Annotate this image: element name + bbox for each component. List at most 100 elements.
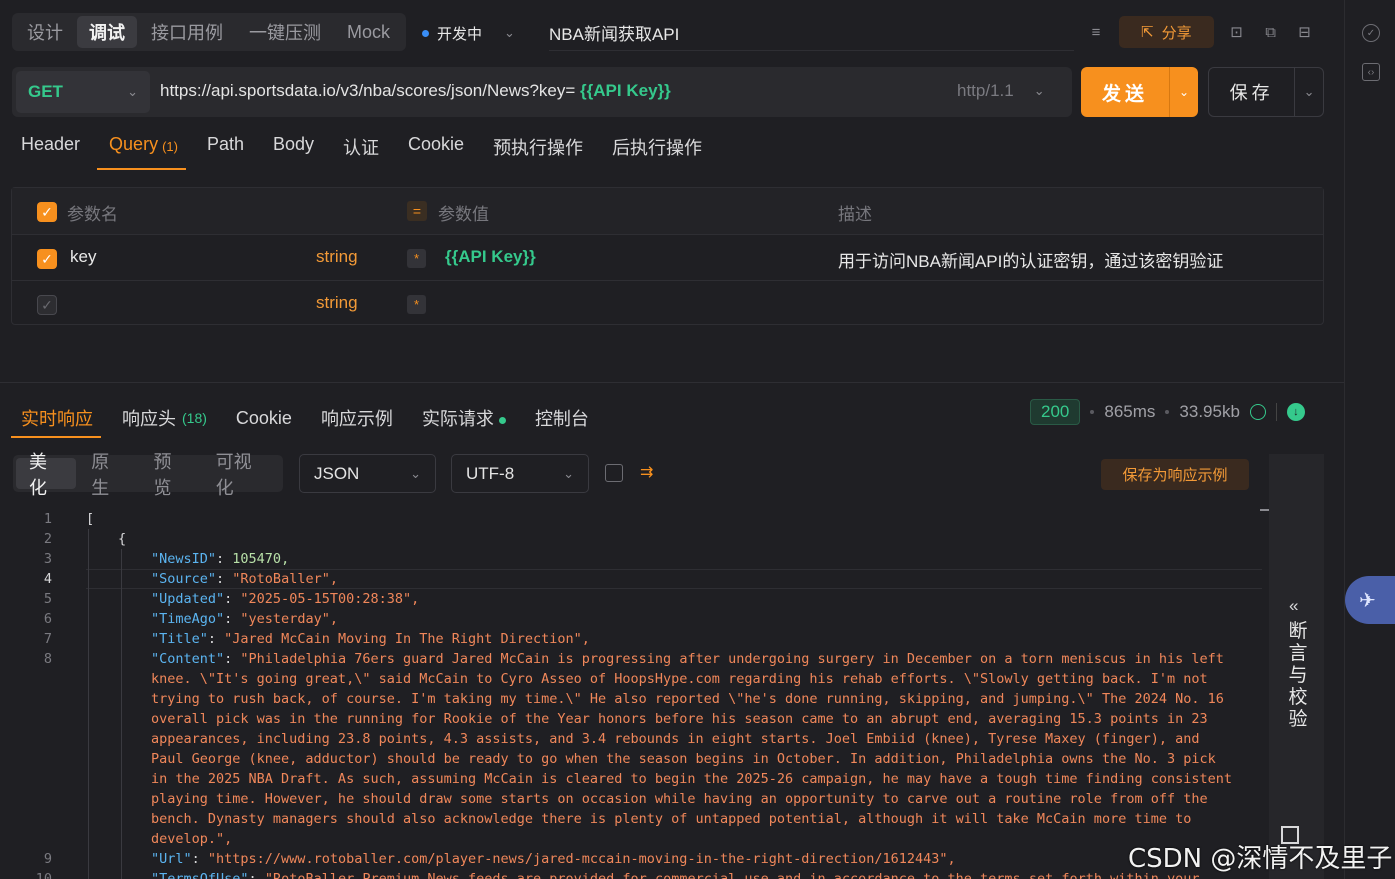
save-button[interactable]: 保存 ⌄ [1208, 67, 1324, 117]
tab-pretty[interactable]: 美化 [16, 452, 77, 498]
tab-cookie[interactable]: Cookie [408, 130, 464, 170]
code-text: "NewsID": 105470, [151, 551, 290, 567]
tab-debug[interactable]: 调试 [77, 16, 137, 48]
save-options-chevron-icon[interactable]: ⌄ [1295, 84, 1323, 100]
json-string: "2025-05-15T00:28:38", [240, 591, 420, 607]
format-select[interactable]: JSON ⌄ [299, 454, 436, 493]
wrap-lines-icon[interactable]: ⇉ [640, 462, 653, 482]
method-select[interactable]: GET ⌄ [16, 71, 150, 113]
code-text: "Source": "RotoBaller", [151, 571, 338, 587]
code-icon[interactable]: ‹› [1362, 63, 1380, 81]
code-line: 6 "TimeAgo": "yesterday", [0, 609, 1262, 629]
mode-tabs: 设计 调试 接口用例 一键压测 Mock [12, 13, 406, 51]
send-button[interactable]: 发送 ⌄ [1081, 67, 1198, 117]
json-string: "RotoBaller", [232, 571, 338, 587]
code-text: { [118, 529, 126, 549]
json-key: "NewsID" [151, 551, 217, 567]
json-string: develop.", [151, 831, 233, 847]
save-as-example-button[interactable]: 保存为响应示例 [1101, 459, 1249, 490]
encoding-select[interactable]: UTF-8 ⌄ [451, 454, 589, 493]
tab-response-examples[interactable]: 响应示例 [321, 404, 393, 432]
json-number: 105470, [232, 551, 290, 567]
tab-actual-request[interactable]: 实际请求 [422, 404, 506, 432]
watermark: CSDN @深情不及里子 [1128, 844, 1393, 874]
required-toggle[interactable]: * [407, 295, 426, 314]
duplicate-icon[interactable]: ⧉ [1260, 21, 1282, 43]
url-prefix: https://api.sportsdata.io/v3/nba/scores/… [160, 81, 576, 100]
table-header: ✓ 参数名 = 参数值 描述 [12, 188, 1323, 234]
panel-divider[interactable] [0, 382, 1344, 383]
line-number: 4 [43, 571, 52, 587]
code-line: playing time. However, he should draw so… [0, 789, 1262, 809]
status-select[interactable]: 开发中 ⌄ [422, 20, 515, 46]
tab-test-cases[interactable]: 接口用例 [139, 16, 235, 48]
response-body-editor[interactable]: 1[2{3 "NewsID": 105470, 4 "Source": "RotoBa… [0, 509, 1262, 879]
active-tab-indicator [11, 436, 101, 438]
code-text: [ [86, 509, 94, 529]
param-name-input[interactable]: key [70, 247, 96, 267]
url-input[interactable]: https://api.sportsdata.io/v3/nba/scores/… [160, 81, 671, 101]
line-number: 7 [43, 631, 52, 647]
column-value: 参数值 [438, 205, 489, 224]
tab-console[interactable]: 控制台 [535, 404, 589, 432]
globe-icon[interactable] [1249, 404, 1266, 420]
separator-dot [1090, 410, 1095, 414]
archive-icon[interactable]: ⊟ [1294, 21, 1316, 43]
protocol-select[interactable]: http/1.1 ⌄ [957, 81, 1045, 101]
param-type-select[interactable]: string [316, 247, 358, 267]
json-string: "Philadelphia 76ers guard Jared McCain i… [240, 651, 1224, 667]
required-toggle[interactable]: * [407, 249, 426, 268]
tab-visualize[interactable]: 可视化 [203, 452, 280, 498]
share-label: 分享 [1161, 24, 1192, 42]
share-button[interactable]: ⇱ 分享 [1119, 16, 1214, 48]
tab-response-cookie[interactable]: Cookie [236, 404, 292, 432]
expand-chevron-icon[interactable]: « [1289, 596, 1298, 616]
tab-pre-script[interactable]: 预执行操作 [493, 130, 583, 170]
response-tabs: 实时响应 响应头 (18) Cookie 响应示例 实际请求 控制台 [21, 398, 589, 438]
select-all-checkbox[interactable]: ✓ [37, 202, 57, 222]
code-text: knee. \"It's going great,\" said McCain … [151, 669, 1208, 689]
code-line: 8 "Content": "Philadelphia 76ers guard Ja… [0, 649, 1262, 669]
url-bar: GET ⌄ https://api.sportsdata.io/v3/nba/s… [12, 67, 1072, 117]
chevron-down-icon: ⌄ [563, 465, 574, 481]
tab-auth[interactable]: 认证 [343, 130, 379, 170]
json-string: Paul George (knee, adductor) should be r… [151, 751, 1216, 767]
line-number: 8 [43, 651, 52, 667]
tab-preview[interactable]: 预览 [140, 452, 200, 498]
tab-raw[interactable]: 原生 [78, 452, 138, 498]
tab-design[interactable]: 设计 [15, 16, 75, 48]
param-value-input[interactable]: {{API Key}} [445, 247, 536, 267]
code-line: 9 "Url": "https://www.rotoballer.com/play… [0, 849, 1262, 869]
download-icon[interactable]: ↓ [1286, 403, 1305, 421]
tab-path[interactable]: Path [207, 130, 244, 170]
row-checkbox[interactable]: ✓ [37, 249, 57, 269]
tab-query[interactable]: Query (1) [109, 130, 178, 170]
view-mode-tabs: 美化 原生 预览 可视化 [13, 452, 283, 498]
code-line: in the 2025 NBA Draft. As such, assuming… [0, 769, 1262, 789]
format-label: JSON [314, 463, 360, 483]
copy-icon[interactable] [605, 464, 623, 482]
api-name-input[interactable]: NBA新闻获取API [549, 20, 679, 45]
tab-post-script[interactable]: 后执行操作 [612, 130, 702, 170]
tab-live-response[interactable]: 实时响应 [21, 404, 93, 432]
row-checkbox[interactable]: ✓ [37, 295, 57, 315]
tab-mock[interactable]: Mock [335, 16, 402, 48]
table-row: ✓ key string * {{API Key}} 用于访问NBA新闻API的… [12, 234, 1323, 280]
tab-body[interactable]: Body [273, 130, 314, 170]
assistant-float-button[interactable]: ✈ [1345, 576, 1395, 624]
tab-header[interactable]: Header [21, 130, 80, 170]
request-tabs: Header Query (1) Path Body 认证 Cookie 预执行… [21, 130, 702, 170]
param-desc-input[interactable]: 用于访问NBA新闻API的认证密钥，通过该密钥验证 [838, 247, 1223, 272]
tab-load-test[interactable]: 一键压测 [237, 16, 333, 48]
edit-desc-icon[interactable]: ≡ [1085, 21, 1107, 43]
send-options-chevron-icon[interactable]: ⌄ [1170, 85, 1198, 99]
bulk-edit-icon[interactable]: = [407, 201, 427, 221]
bird-icon: ✈ [1359, 589, 1376, 612]
code-text: overall pick was in the running for Rook… [151, 709, 1208, 729]
check-circle-icon[interactable]: ✓ [1362, 24, 1380, 42]
tab-response-headers[interactable]: 响应头 (18) [122, 404, 207, 432]
code-text: "Title": "Jared McCain Moving In The Rig… [151, 631, 590, 647]
lock-icon[interactable]: ⊡ [1226, 21, 1248, 43]
scrollbar-thumb[interactable] [1260, 509, 1269, 511]
param-type-select[interactable]: string [316, 293, 358, 313]
